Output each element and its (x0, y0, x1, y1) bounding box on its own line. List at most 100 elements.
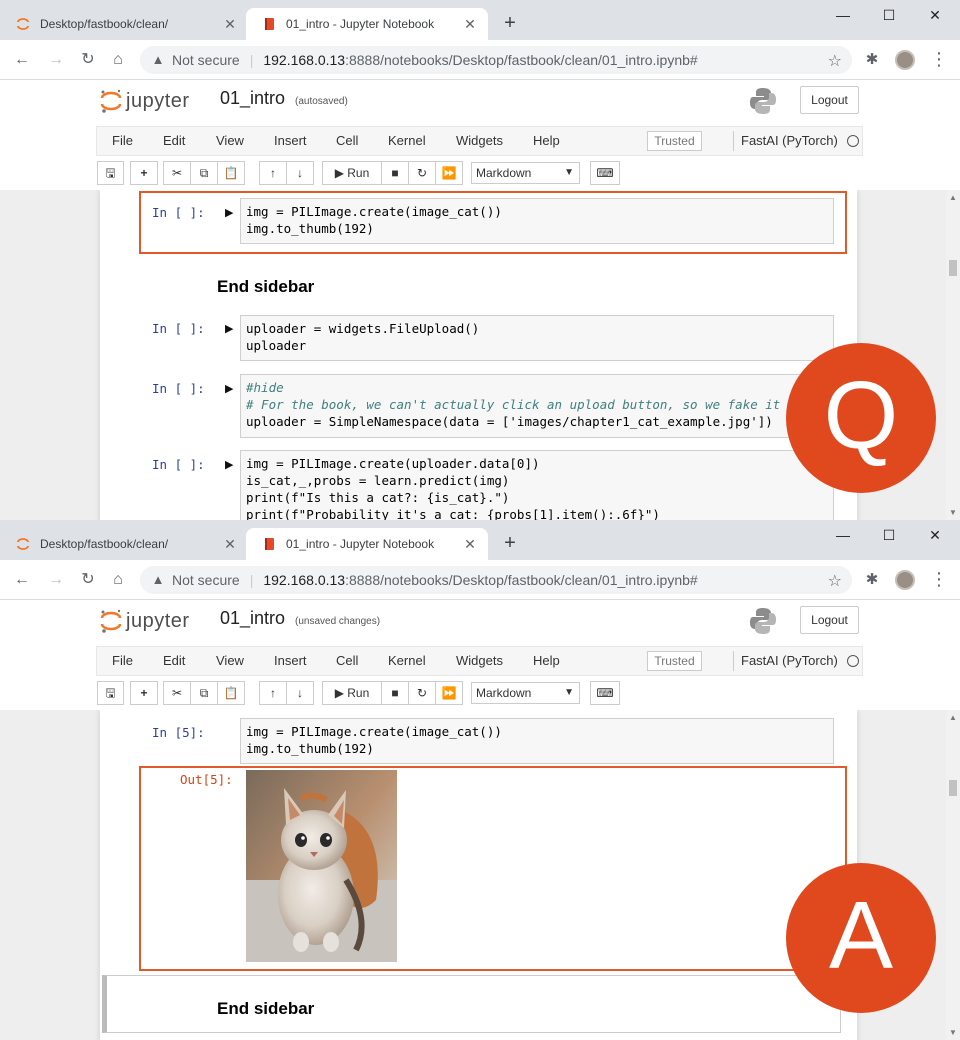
minimize-icon[interactable]: — (820, 4, 866, 28)
fast-forward-icon[interactable]: ⏩ (435, 161, 463, 185)
scroll-up-icon[interactable]: ▲ (949, 713, 957, 722)
close-tab-icon[interactable]: ✕ (218, 536, 242, 553)
run-cell-icon[interactable]: ▶ (225, 458, 233, 471)
menu-widgets[interactable]: Widgets (456, 653, 503, 668)
notebook-name[interactable]: 01_intro (220, 608, 285, 629)
insert-cell-icon[interactable]: + (130, 161, 158, 185)
copy-icon[interactable]: ⧉ (190, 161, 218, 185)
notebook-name[interactable]: 01_intro (220, 88, 285, 109)
cell-type-select[interactable]: Markdown ▼ (471, 682, 580, 704)
vertical-scrollbar[interactable]: ▲ ▼ (946, 190, 960, 520)
insert-cell-icon[interactable]: + (130, 681, 158, 705)
copy-icon[interactable]: ⧉ (190, 681, 218, 705)
more-menu-icon[interactable]: ⋮ (930, 48, 948, 72)
minimize-icon[interactable]: — (820, 524, 866, 548)
jupyter-logo[interactable]: jupyter (100, 88, 190, 114)
back-icon[interactable]: ← (10, 568, 34, 592)
scroll-down-icon[interactable]: ▼ (949, 1028, 957, 1037)
home-icon[interactable]: ⌂ (106, 48, 130, 72)
new-tab-button[interactable]: + (498, 12, 522, 36)
fast-forward-icon[interactable]: ⏩ (435, 681, 463, 705)
move-up-icon[interactable]: ↑ (259, 161, 287, 185)
menu-cell[interactable]: Cell (336, 653, 358, 668)
avatar[interactable] (895, 570, 915, 590)
address-bar[interactable]: ▲ Not secure | 192.168.0.13:8888/noteboo… (140, 46, 852, 74)
close-tab-icon[interactable]: ✕ (458, 16, 482, 33)
scroll-down-icon[interactable]: ▼ (949, 508, 957, 517)
paste-icon[interactable]: 📋 (217, 681, 245, 705)
code-cell[interactable]: uploader = widgets.FileUpload() uploader (240, 315, 834, 361)
extensions-icon[interactable]: ✱ (862, 568, 882, 592)
menu-help[interactable]: Help (533, 133, 560, 148)
maximize-icon[interactable]: ☐ (866, 524, 912, 548)
menu-insert[interactable]: Insert (274, 653, 307, 668)
save-icon[interactable]: 🖫 (97, 681, 124, 705)
code-cell[interactable]: img = PILImage.create(uploader.data[0]) i… (240, 450, 834, 520)
trusted-badge[interactable]: Trusted (647, 651, 702, 671)
restart-icon[interactable]: ↻ (408, 681, 436, 705)
menu-widgets[interactable]: Widgets (456, 133, 503, 148)
run-button[interactable]: ▶ Run (322, 161, 382, 185)
jupyter-logo[interactable]: jupyter (100, 608, 190, 634)
menu-edit[interactable]: Edit (163, 653, 185, 668)
menu-help[interactable]: Help (533, 653, 560, 668)
trusted-badge[interactable]: Trusted (647, 131, 702, 151)
bookmark-star-icon[interactable]: ☆ (828, 51, 842, 71)
run-cell-icon[interactable]: ▶ (225, 322, 233, 335)
move-up-icon[interactable]: ↑ (259, 681, 287, 705)
close-tab-icon[interactable]: ✕ (458, 536, 482, 553)
maximize-icon[interactable]: ☐ (866, 4, 912, 28)
more-menu-icon[interactable]: ⋮ (930, 568, 948, 592)
menu-insert[interactable]: Insert (274, 133, 307, 148)
scroll-thumb[interactable] (949, 780, 957, 796)
menu-cell[interactable]: Cell (336, 133, 358, 148)
save-icon[interactable]: 🖫 (97, 161, 124, 185)
scroll-thumb[interactable] (949, 260, 957, 276)
move-down-icon[interactable]: ↓ (286, 161, 314, 185)
vertical-scrollbar[interactable]: ▲ ▼ (946, 710, 960, 1040)
menu-view[interactable]: View (216, 133, 244, 148)
close-window-icon[interactable]: ✕ (912, 524, 958, 548)
home-icon[interactable]: ⌂ (106, 568, 130, 592)
close-window-icon[interactable]: ✕ (912, 4, 958, 28)
keyboard-icon[interactable]: ⌨ (590, 161, 620, 185)
keyboard-icon[interactable]: ⌨ (590, 681, 620, 705)
tab-01-intro[interactable]: 01_intro - Jupyter Notebook ✕ (246, 8, 488, 40)
reload-icon[interactable]: ↻ (76, 568, 100, 592)
run-cell-icon[interactable]: ▶ (225, 382, 233, 395)
reload-icon[interactable]: ↻ (76, 48, 100, 72)
forward-icon[interactable]: → (44, 568, 68, 592)
back-icon[interactable]: ← (10, 48, 34, 72)
menu-kernel[interactable]: Kernel (388, 133, 426, 148)
menu-file[interactable]: File (112, 133, 133, 148)
stop-icon[interactable]: ■ (381, 681, 409, 705)
cut-icon[interactable]: ✂ (163, 681, 191, 705)
scroll-up-icon[interactable]: ▲ (949, 193, 957, 202)
forward-icon[interactable]: → (44, 48, 68, 72)
restart-icon[interactable]: ↻ (408, 161, 436, 185)
extensions-icon[interactable]: ✱ (862, 48, 882, 72)
menu-kernel[interactable]: Kernel (388, 653, 426, 668)
code-cell[interactable]: #hide # For the book, we can't actually c… (240, 374, 834, 438)
avatar[interactable] (895, 50, 915, 70)
code-cell[interactable]: img = PILImage.create(image_cat()) img.to… (240, 718, 834, 764)
paste-icon[interactable]: 📋 (217, 161, 245, 185)
run-button[interactable]: ▶ Run (322, 681, 382, 705)
address-bar[interactable]: ▲ Not secure | 192.168.0.13:8888/noteboo… (140, 566, 852, 594)
menu-file[interactable]: File (112, 653, 133, 668)
menu-view[interactable]: View (216, 653, 244, 668)
run-cell-icon[interactable]: ▶ (225, 206, 233, 219)
bookmark-star-icon[interactable]: ☆ (828, 571, 842, 591)
stop-icon[interactable]: ■ (381, 161, 409, 185)
logout-button[interactable]: Logout (800, 86, 859, 114)
tab-01-intro[interactable]: 01_intro - Jupyter Notebook ✕ (246, 528, 488, 560)
new-tab-button[interactable]: + (498, 532, 522, 556)
code-cell[interactable]: img = PILImage.create(image_cat()) img.to… (240, 198, 834, 244)
tab-desktop-clean[interactable]: Desktop/fastbook/clean/ ✕ (0, 8, 248, 40)
move-down-icon[interactable]: ↓ (286, 681, 314, 705)
close-tab-icon[interactable]: ✕ (218, 16, 242, 33)
logout-button[interactable]: Logout (800, 606, 859, 634)
cell-type-select[interactable]: Markdown ▼ (471, 162, 580, 184)
cut-icon[interactable]: ✂ (163, 161, 191, 185)
markdown-cell-selected[interactable] (102, 975, 841, 1033)
